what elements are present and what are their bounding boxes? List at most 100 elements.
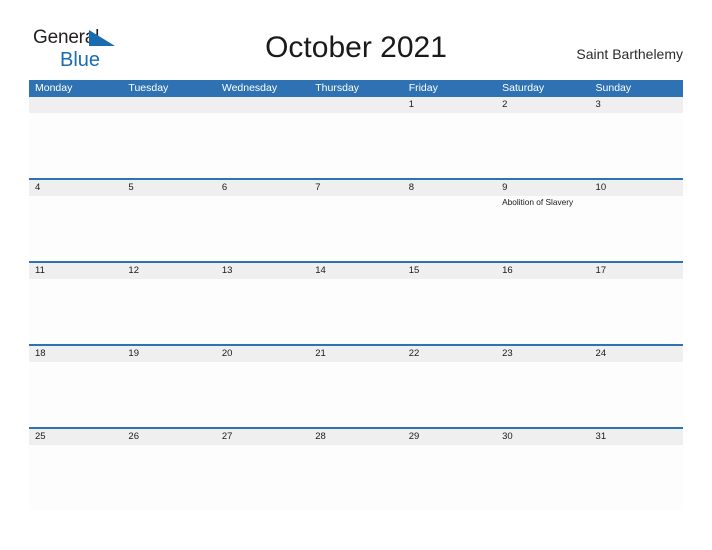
day-events <box>122 196 215 197</box>
calendar-day-cell[interactable]: 3 <box>589 97 683 178</box>
calendar-day-cell[interactable]: 11 <box>29 263 123 344</box>
calendar-day-cell[interactable]: 31 <box>589 429 683 510</box>
day-events <box>216 445 309 446</box>
day-events <box>403 113 496 114</box>
calendar-week-row: 18 19 20 21 22 23 24 <box>29 344 683 427</box>
day-number-band <box>309 97 403 113</box>
calendar-day-cell[interactable]: 12 <box>122 263 216 344</box>
day-number-band: 25 <box>29 429 123 445</box>
day-events <box>590 279 683 280</box>
calendar-day-cell[interactable]: 23 <box>496 346 590 427</box>
day-number: 22 <box>408 348 420 359</box>
calendar-day-cell[interactable]: 15 <box>402 263 497 344</box>
weekday-header-tuesday: Tuesday <box>128 82 169 94</box>
day-number-band: 15 <box>402 263 497 279</box>
calendar-week-row: 4 5 6 7 8 9 Abolition of Slavery 10 <box>29 178 683 261</box>
calendar-day-cell[interactable]: 4 <box>29 180 123 261</box>
day-number: 27 <box>221 431 233 442</box>
day-number: 23 <box>502 348 513 359</box>
weekday-header-saturday: Saturday <box>502 82 545 94</box>
day-number-band: 27 <box>215 429 310 445</box>
day-number: 11 <box>35 265 45 276</box>
calendar-day-cell[interactable]: 26 <box>122 429 216 510</box>
day-events <box>309 196 402 197</box>
calendar-day-cell[interactable]: 1 <box>402 97 497 178</box>
day-number: 17 <box>595 265 607 276</box>
day-number: 25 <box>35 431 46 442</box>
region-label: Saint Barthelemy <box>576 46 683 62</box>
calendar-day-cell-empty[interactable] <box>309 97 403 178</box>
weekday-header-thursday: Thursday <box>315 82 360 94</box>
day-number-band: 18 <box>29 346 123 362</box>
day-number-band: 12 <box>122 263 216 279</box>
calendar-day-cell[interactable]: 2 <box>496 97 590 178</box>
day-events <box>216 279 309 280</box>
calendar-day-cell[interactable]: 29 <box>402 429 497 510</box>
day-number: 1 <box>408 99 414 110</box>
calendar-day-cell[interactable]: 8 <box>402 180 497 261</box>
day-events <box>309 279 402 280</box>
day-number-band: 4 <box>29 180 123 196</box>
calendar-day-cell[interactable]: 9 Abolition of Slavery <box>496 180 590 261</box>
day-number: 4 <box>35 182 41 193</box>
day-number-band: 8 <box>402 180 497 196</box>
day-events <box>29 362 122 363</box>
day-events: Abolition of Slavery <box>496 196 589 208</box>
page-header: General Blue October 2021 Saint Barthele… <box>0 0 712 70</box>
calendar-day-cell[interactable]: 28 <box>309 429 403 510</box>
day-number-band: 7 <box>309 180 403 196</box>
day-events <box>590 445 683 446</box>
calendar-day-cell[interactable]: 21 <box>309 346 403 427</box>
calendar-page: General Blue October 2021 Saint Barthele… <box>0 0 712 550</box>
day-number-band: 30 <box>496 429 590 445</box>
day-events <box>122 113 215 114</box>
calendar-day-cell[interactable]: 7 <box>309 180 403 261</box>
day-events <box>403 362 496 363</box>
day-number: 14 <box>315 265 326 276</box>
weekday-header-row: Monday Tuesday Wednesday Thursday Friday Satu… <box>29 80 683 97</box>
calendar-day-cell[interactable]: 6 <box>215 180 310 261</box>
calendar-weeks: 1 2 3 4 5 6 7 8 9 Abolition of Slavery 10 11 12 13 14 1… <box>29 97 683 510</box>
calendar-day-cell[interactable]: 27 <box>215 429 310 510</box>
calendar-day-cell[interactable]: 14 <box>309 263 403 344</box>
calendar-day-cell[interactable]: 20 <box>215 346 310 427</box>
calendar-day-cell[interactable]: 10 <box>589 180 683 261</box>
day-number-band: 21 <box>309 346 403 362</box>
day-number-band: 17 <box>589 263 683 279</box>
day-number-band <box>122 97 216 113</box>
calendar-day-cell[interactable]: 5 <box>122 180 216 261</box>
day-events <box>216 113 309 114</box>
weekday-header-sunday: Sunday <box>595 82 632 94</box>
day-number: 24 <box>595 348 607 359</box>
calendar-day-cell[interactable]: 19 <box>122 346 216 427</box>
day-number-band: 24 <box>589 346 683 362</box>
day-number-band: 1 <box>402 97 497 113</box>
calendar-day-cell[interactable]: 24 <box>589 346 683 427</box>
calendar-day-cell[interactable]: 22 <box>402 346 497 427</box>
calendar-day-cell[interactable]: 16 <box>496 263 590 344</box>
day-events <box>403 196 496 197</box>
calendar-week-row: 1 2 3 <box>29 97 683 178</box>
holiday-event-label: Abolition of Slavery <box>502 197 574 207</box>
day-number-band: 22 <box>402 346 497 362</box>
calendar-day-cell-empty[interactable] <box>29 97 123 178</box>
day-number-band: 13 <box>215 263 310 279</box>
day-number-band: 28 <box>309 429 403 445</box>
day-number: 29 <box>408 431 420 442</box>
calendar-grid: Monday Tuesday Wednesday Thursday Friday Satu… <box>29 80 683 510</box>
day-number: 30 <box>502 431 513 442</box>
calendar-day-cell[interactable]: 30 <box>496 429 590 510</box>
calendar-day-cell[interactable]: 13 <box>215 263 310 344</box>
day-number: 2 <box>502 99 508 110</box>
day-events <box>216 196 309 197</box>
calendar-day-cell-empty[interactable] <box>215 97 310 178</box>
day-events <box>309 113 402 114</box>
calendar-day-cell[interactable]: 25 <box>29 429 123 510</box>
weekday-header-monday: Monday <box>35 82 73 94</box>
calendar-day-cell[interactable]: 18 <box>29 346 123 427</box>
day-number: 8 <box>408 182 414 193</box>
calendar-day-cell[interactable]: 17 <box>589 263 683 344</box>
day-number: 31 <box>595 431 607 442</box>
calendar-day-cell-empty[interactable] <box>122 97 216 178</box>
day-events <box>496 362 589 363</box>
